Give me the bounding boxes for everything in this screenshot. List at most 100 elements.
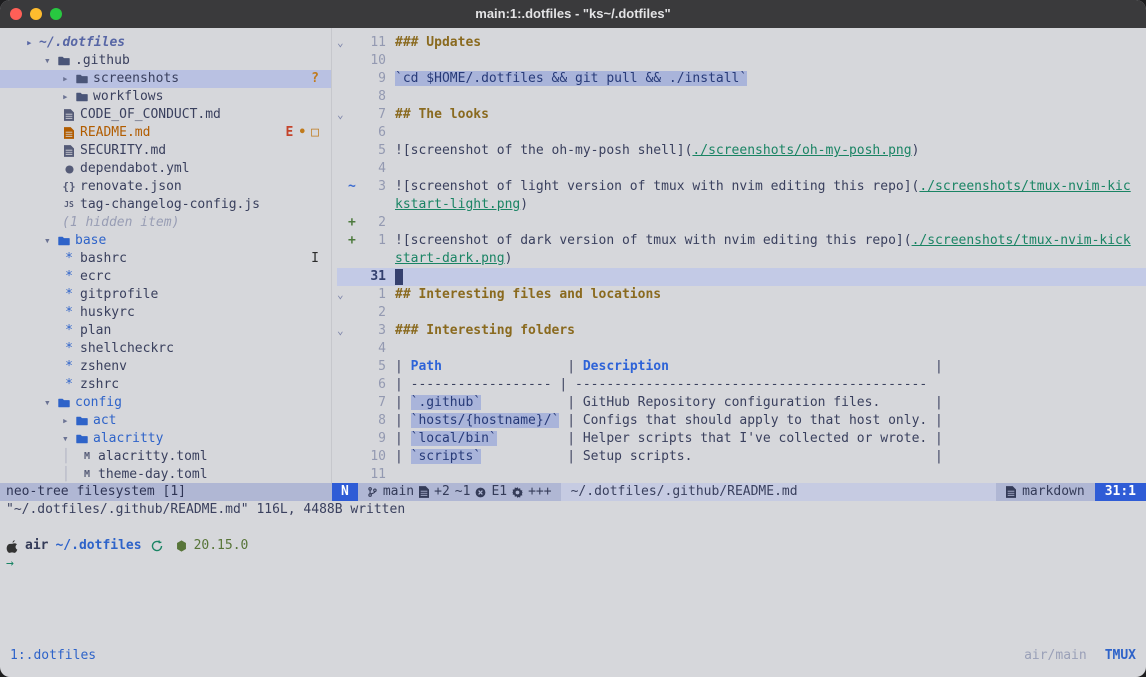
git-branch-name: main [383,483,414,501]
tree-item-label: shellcheckrc [80,340,174,358]
line-number: 9 [360,430,386,448]
editor-line[interactable]: ~3![screenshot of light version of tmux … [337,178,1146,196]
editor-line[interactable]: 6| ------------------ | ----------------… [337,376,1146,394]
editor-line[interactable]: 5| Path | Description | [337,358,1146,376]
doc-icon [62,127,76,139]
tmux-label: TMUX [1105,647,1136,665]
chevron-down-icon[interactable]: ▾ [44,52,57,70]
tree-item[interactable]: ▾.github [0,52,331,70]
editor-line[interactable]: 8| `hosts/{hostname}/` | Configs that sh… [337,412,1146,430]
editor-line[interactable]: 31 [337,268,1146,286]
editor-line[interactable]: 9| `local/bin` | Helper scripts that I'v… [337,430,1146,448]
editor-line[interactable]: +1![screenshot of dark version of tmux w… [337,232,1146,250]
statusline-file-path: ~/.dotfiles/.github/README.md [561,483,996,501]
neotree-statusline: neo-tree filesystem [1] [0,483,332,501]
fold-marker[interactable]: ⌄ [337,106,348,124]
tree-item[interactable]: JStag-changelog-config.js [0,196,331,214]
tmux-status-bar: 1:.dotfiles air/main TMUX [0,647,1146,665]
editor-line[interactable]: 8 [337,88,1146,106]
tree-item[interactable]: *bashrcI [0,250,331,268]
close-button[interactable] [10,8,22,20]
status-badge: • [298,124,306,142]
editor-line[interactable]: 5![screenshot of the oh-my-posh shell](.… [337,142,1146,160]
fold-marker[interactable]: ⌄ [337,34,348,52]
chevron-down-icon[interactable]: ▾ [62,430,75,448]
titlebar[interactable]: main:1:.dotfiles - "ks~/.dotfiles" [0,0,1146,28]
editor-line[interactable]: 11 [337,466,1146,483]
editor-line[interactable]: 2 [337,304,1146,322]
tmux-window-tab[interactable]: 1:.dotfiles [10,647,96,665]
tree-item[interactable]: *huskyrc [0,304,331,322]
fold-marker[interactable]: ⌄ [337,322,348,340]
editor-line[interactable]: ⌄11### Updates [337,34,1146,52]
text-cursor [395,269,403,285]
tree-item[interactable]: *plan [0,322,331,340]
tree-item[interactable]: ▾base [0,232,331,250]
editor-buffer[interactable]: ⌄11### Updates109`cd $HOME/.dotfiles && … [332,28,1146,483]
tree-item[interactable]: ▾ alacritty [0,430,331,448]
tree-item[interactable]: *shellcheckrc [0,340,331,358]
folder-icon [75,92,89,102]
chevron-right-icon[interactable]: ▸ [62,412,75,430]
window-controls [10,0,62,28]
tree-item[interactable]: dependabot.yml [0,160,331,178]
editor-line[interactable]: start-dark.png) [337,250,1146,268]
tree-item-label: workflows [93,88,163,106]
tree-item[interactable]: *zshrc [0,376,331,394]
editor-line[interactable]: 10 [337,52,1146,70]
tree-item-label: SECURITY.md [80,142,166,160]
editor-line[interactable]: ⌄7## The looks [337,106,1146,124]
tree-item[interactable]: *gitprofile [0,286,331,304]
tree-item[interactable]: │Malacritty.toml [0,448,331,466]
vim-mode-indicator: N [332,483,358,501]
editor-line[interactable]: ⌄1## Interesting files and locations [337,286,1146,304]
tree-item[interactable]: ▾config [0,394,331,412]
chevron-down-icon[interactable]: ▾ [44,394,57,412]
markdown-file-icon [1006,486,1016,498]
editor-line[interactable]: 7| `.github` | GitHub Repository configu… [337,394,1146,412]
editor-line[interactable]: +2 [337,214,1146,232]
zoom-button[interactable] [50,8,62,20]
status-badge: ? [311,70,319,88]
status-badge: I [311,250,319,268]
line-number: 10 [360,448,386,466]
tree-item[interactable]: {}renovate.json [0,178,331,196]
editor-line[interactable]: 4 [337,160,1146,178]
editor-line[interactable]: ⌄3### Interesting folders [337,322,1146,340]
fold-marker[interactable]: ⌄ [337,286,348,304]
editor-line[interactable]: 4 [337,340,1146,358]
tree-item[interactable]: ▸~/.dotfiles [0,34,331,52]
file-tree[interactable]: ▸~/.dotfiles▾.github▸screenshots?▸workfl… [0,28,332,483]
chevron-right-icon[interactable]: ▸ [26,34,39,52]
editor-line[interactable]: 9`cd $HOME/.dotfiles && git pull && ./in… [337,70,1146,88]
tree-item-label: alacritty [93,430,163,448]
tree-item[interactable]: ▸act [0,412,331,430]
tree-item-label: tag-changelog-config.js [80,196,260,214]
chevron-right-icon[interactable]: ▸ [62,88,75,106]
tree-item[interactable]: CODE_OF_CONDUCT.md [0,106,331,124]
line-number: 7 [360,106,386,124]
line-number: 5 [360,358,386,376]
chevron-right-icon[interactable]: ▸ [62,70,75,88]
editor-line[interactable]: kstart-light.png) [337,196,1146,214]
tree-item[interactable]: │Mtheme-day.toml [0,466,331,483]
tree-item[interactable]: *zshenv [0,358,331,376]
shell-cursor-line[interactable]: → [0,555,1146,573]
tree-item[interactable]: README.mdE•□ [0,124,331,142]
tree-item[interactable]: ▸screenshots? [0,70,331,88]
git-added-count: +2 [434,483,450,501]
statusline: neo-tree filesystem [1] N main +2 ~1 E1 … [0,483,1146,501]
tree-item[interactable]: SECURITY.md [0,142,331,160]
editor-line[interactable]: 6 [337,124,1146,142]
star-icon: * [62,376,76,394]
folder-icon [75,416,89,426]
line-number: 2 [360,214,386,232]
tree-item[interactable]: (1 hidden item) [0,214,331,232]
editor-line[interactable]: 10| `scripts` | Setup scripts. | [337,448,1146,466]
tree-item[interactable]: ▸ workflows [0,88,331,106]
tree-item[interactable]: *ecrc [0,268,331,286]
tmux-session-name: air/main [1024,647,1087,665]
chevron-down-icon[interactable]: ▾ [44,232,57,250]
minimize-button[interactable] [30,8,42,20]
line-text: kstart-light.png) [395,196,528,214]
